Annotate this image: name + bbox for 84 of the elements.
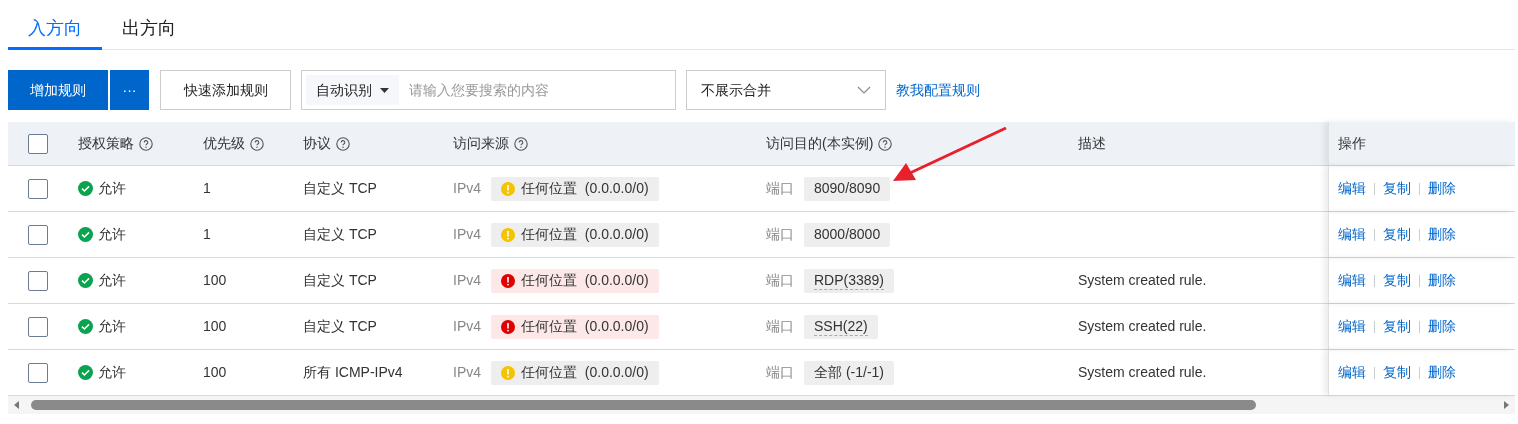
check-circle-icon xyxy=(78,273,93,288)
policy-text: 允许 xyxy=(98,179,126,198)
source-tag: 任何位置 (0.0.0.0/0) xyxy=(491,222,659,247)
horizontal-scrollbar[interactable] xyxy=(8,396,1515,414)
source-tag: 任何位置 (0.0.0.0/0) xyxy=(491,314,659,339)
search-type-select[interactable]: 自动识别 xyxy=(306,75,399,105)
protocol-text: 所有 ICMP-IPv4 xyxy=(303,364,403,380)
tab[interactable]: 入方向 xyxy=(8,10,102,50)
help-link[interactable]: 教我配置规则 xyxy=(896,79,980,101)
caret-icon xyxy=(380,87,389,93)
priority-text: 1 xyxy=(203,180,211,196)
policy-text: 允许 xyxy=(98,317,126,336)
port-tag: SSH(22) xyxy=(804,314,878,339)
checkbox[interactable] xyxy=(28,178,48,199)
action-link[interactable]: 删除 xyxy=(1428,316,1456,337)
column-header: 优先级 xyxy=(203,134,245,153)
priority-text: 1 xyxy=(203,226,211,242)
action-link[interactable]: 复制 xyxy=(1383,178,1411,199)
description-text: System created rule. xyxy=(1078,272,1207,288)
policy-text: 允许 xyxy=(98,271,126,290)
column-header: 授权策略 xyxy=(78,134,134,153)
quick-add-button[interactable]: 快速添加规则 xyxy=(160,70,291,110)
column-header: 访问来源 xyxy=(453,134,509,153)
policy-text: 允许 xyxy=(98,225,126,244)
priority-text: 100 xyxy=(203,272,227,288)
protocol-text: 自定义 TCP xyxy=(303,226,377,242)
column-header: 操作 xyxy=(1338,134,1366,153)
action-link[interactable]: 删除 xyxy=(1428,178,1456,199)
priority-text: 100 xyxy=(203,318,227,334)
protocol-text: 自定义 TCP xyxy=(303,272,377,288)
column-header: 协议 xyxy=(303,134,331,153)
ip-version-text: IPv4 xyxy=(453,225,481,244)
action-link[interactable]: 编辑 xyxy=(1338,362,1366,383)
port-label: 端口 xyxy=(766,271,794,290)
port-tag: RDP(3389) xyxy=(804,268,895,293)
checkbox[interactable] xyxy=(28,316,48,337)
port-label: 端口 xyxy=(766,179,794,198)
action-link[interactable]: 编辑 xyxy=(1338,270,1366,291)
protocol-text: 自定义 TCP xyxy=(303,180,377,196)
check-circle-icon xyxy=(78,319,93,334)
source-tag: 任何位置 (0.0.0.0/0) xyxy=(491,176,659,201)
checkbox[interactable] xyxy=(28,224,48,245)
tab[interactable]: 出方向 xyxy=(102,10,196,50)
port-tag: 全部 (-1/-1) xyxy=(804,360,894,385)
column-header: 访问目的(本实例) xyxy=(766,134,874,153)
priority-text: 100 xyxy=(203,364,227,380)
merge-select[interactable]: 不展示合并 xyxy=(686,70,886,110)
scrollbar-thumb[interactable] xyxy=(31,400,1256,410)
more-button[interactable]: ··· xyxy=(110,70,149,110)
source-tag: 任何位置 (0.0.0.0/0) xyxy=(491,268,659,293)
add-rule-button[interactable]: 增加规则 xyxy=(8,70,108,110)
checkbox[interactable] xyxy=(28,362,48,383)
port-tag: 8090/8090 xyxy=(804,176,891,201)
port-tag: 8000/8000 xyxy=(804,222,891,247)
action-link[interactable]: 编辑 xyxy=(1338,316,1366,337)
action-link[interactable]: 复制 xyxy=(1383,362,1411,383)
source-tag: 任何位置 (0.0.0.0/0) xyxy=(491,360,659,385)
action-link[interactable]: 复制 xyxy=(1383,224,1411,245)
port-label: 端口 xyxy=(766,363,794,382)
action-link[interactable]: 编辑 xyxy=(1338,178,1366,199)
checkbox[interactable] xyxy=(28,133,48,154)
action-link[interactable]: 复制 xyxy=(1383,270,1411,291)
port-label: 端口 xyxy=(766,225,794,244)
search-field[interactable]: 自动识别 请输入您要搜索的内容 xyxy=(301,70,676,110)
port-label: 端口 xyxy=(766,317,794,336)
ip-version-text: IPv4 xyxy=(453,179,481,198)
check-circle-icon xyxy=(78,181,93,196)
chevron-down-icon xyxy=(857,86,871,94)
action-link[interactable]: 删除 xyxy=(1428,270,1456,291)
description-text: System created rule. xyxy=(1078,364,1207,380)
policy-text: 允许 xyxy=(98,363,126,382)
check-circle-icon xyxy=(78,227,93,242)
action-link[interactable]: 删除 xyxy=(1428,362,1456,383)
ip-version-text: IPv4 xyxy=(453,271,481,290)
column-header: 描述 xyxy=(1078,134,1106,153)
description-text: System created rule. xyxy=(1078,318,1207,334)
protocol-text: 自定义 TCP xyxy=(303,318,377,334)
ip-version-text: IPv4 xyxy=(453,363,481,382)
action-link[interactable]: 删除 xyxy=(1428,224,1456,245)
checkbox[interactable] xyxy=(28,270,48,291)
check-circle-icon xyxy=(78,365,93,380)
ip-version-text: IPv4 xyxy=(453,317,481,336)
action-link[interactable]: 复制 xyxy=(1383,316,1411,337)
action-link[interactable]: 编辑 xyxy=(1338,224,1366,245)
